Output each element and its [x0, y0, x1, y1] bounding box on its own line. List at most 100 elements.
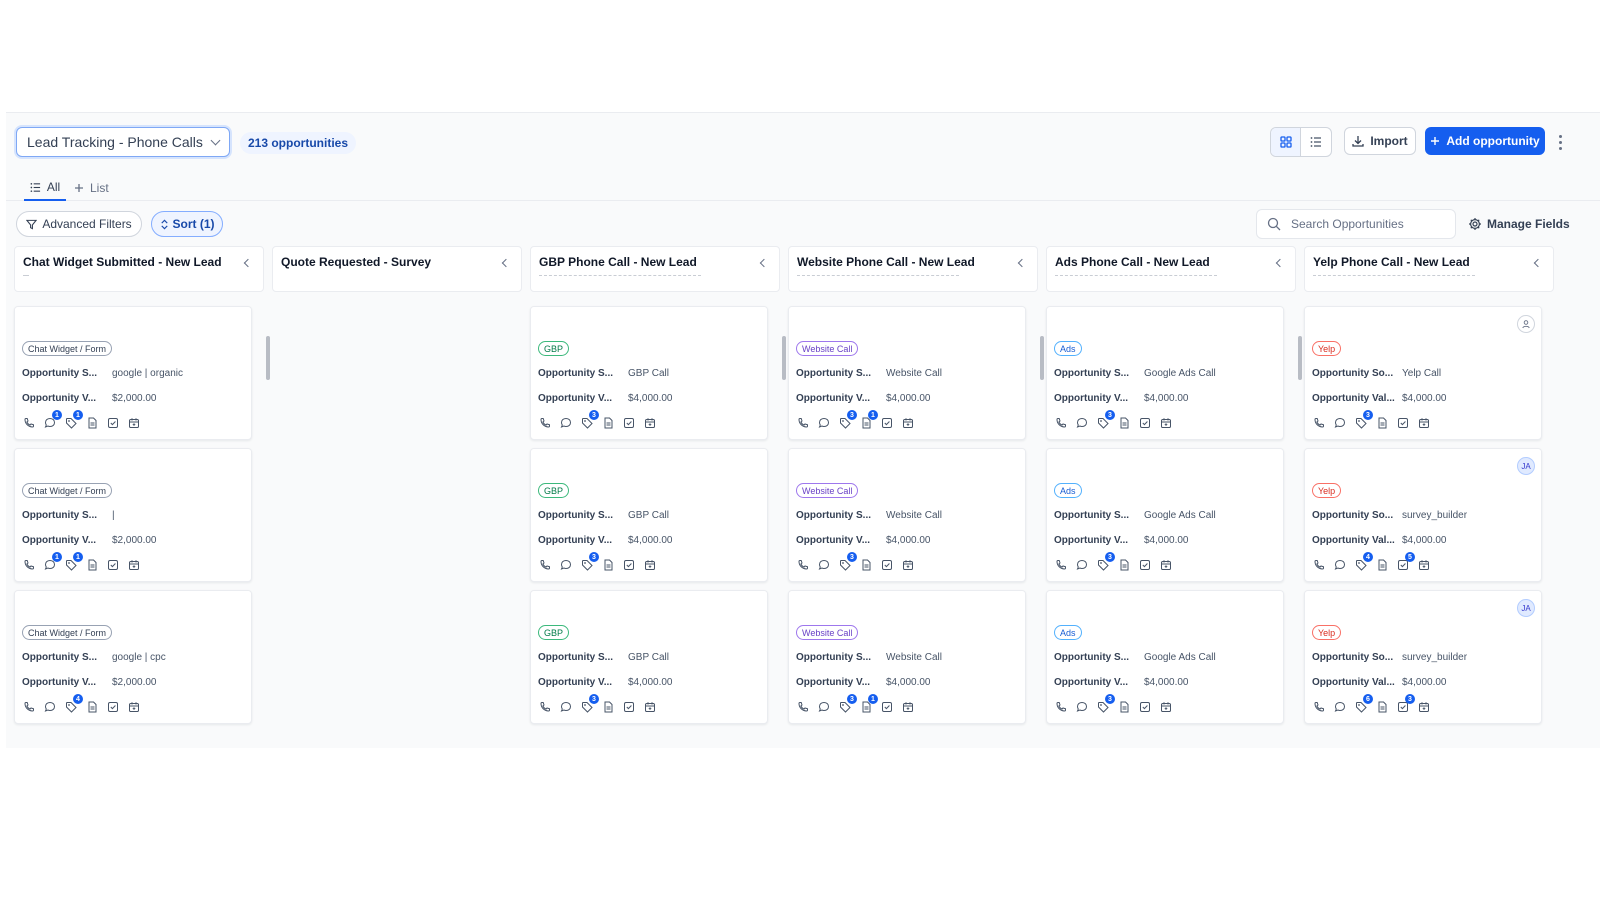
import-button[interactable]: Import [1344, 127, 1416, 155]
chat-icon[interactable]: 1 [43, 552, 62, 572]
calendar-icon[interactable] [127, 700, 141, 714]
phone-icon[interactable] [22, 558, 36, 572]
chat-icon[interactable] [559, 558, 573, 572]
document-icon[interactable] [601, 416, 615, 430]
phone-icon[interactable] [1054, 416, 1068, 430]
task-checkbox-icon[interactable] [1138, 558, 1152, 572]
pipeline-select[interactable]: Lead Tracking - Phone Calls [16, 127, 230, 157]
avatar[interactable]: JA [1517, 599, 1535, 617]
calendar-icon[interactable] [127, 558, 141, 572]
chat-icon[interactable] [1333, 700, 1347, 714]
opportunity-card[interactable]: Ads Opportunity S... Google Ads Call Opport… [1046, 448, 1284, 582]
document-icon[interactable] [1375, 416, 1389, 430]
document-icon[interactable] [85, 700, 99, 714]
phone-icon[interactable] [796, 558, 810, 572]
phone-icon[interactable] [538, 558, 552, 572]
chat-icon[interactable] [559, 416, 573, 430]
tag-icon[interactable]: 4 [1354, 552, 1373, 572]
document-icon[interactable] [601, 700, 615, 714]
chat-icon[interactable] [1333, 416, 1347, 430]
phone-icon[interactable] [538, 700, 552, 714]
document-icon[interactable] [859, 558, 873, 572]
calendar-icon[interactable] [1417, 700, 1431, 714]
task-checkbox-icon[interactable] [880, 558, 894, 572]
column-scrollbar[interactable] [782, 336, 786, 380]
document-icon[interactable] [601, 558, 615, 572]
more-options-icon[interactable] [1554, 131, 1566, 153]
tag-icon[interactable]: 3 [1354, 410, 1373, 430]
column-scrollbar[interactable] [1298, 336, 1302, 380]
task-checkbox-icon[interactable] [622, 558, 636, 572]
tab-all[interactable]: All [24, 175, 66, 201]
opportunity-card[interactable]: GBP Opportunity S... GBP Call Opportunity V… [530, 448, 768, 582]
document-icon[interactable] [85, 416, 99, 430]
calendar-icon[interactable] [643, 700, 657, 714]
tag-icon[interactable]: 3 [1096, 694, 1115, 714]
assign-user-icon[interactable] [1517, 315, 1535, 333]
document-icon[interactable] [1117, 558, 1131, 572]
tag-icon[interactable]: 3 [580, 552, 599, 572]
add-opportunity-button[interactable]: Add opportunity [1425, 127, 1545, 155]
chat-icon[interactable] [559, 700, 573, 714]
chat-icon[interactable] [817, 416, 831, 430]
tag-icon[interactable]: 3 [1096, 552, 1115, 572]
opportunity-card[interactable]: JA Yelp Opportunity So... survey_builder Opp… [1304, 590, 1542, 724]
chat-icon[interactable]: 1 [43, 410, 62, 430]
chat-icon[interactable] [1333, 558, 1347, 572]
calendar-icon[interactable] [643, 416, 657, 430]
phone-icon[interactable] [1054, 558, 1068, 572]
chat-icon[interactable] [817, 558, 831, 572]
manage-fields-button[interactable]: Manage Fields [1468, 213, 1570, 235]
calendar-icon[interactable] [1159, 416, 1173, 430]
calendar-icon[interactable] [901, 416, 915, 430]
chat-icon[interactable] [1075, 700, 1089, 714]
task-checkbox-icon[interactable] [1396, 416, 1410, 430]
tag-icon[interactable]: 3 [580, 694, 599, 714]
document-icon[interactable] [85, 558, 99, 572]
task-checkbox-icon[interactable] [880, 700, 894, 714]
opportunity-card[interactable]: GBP Opportunity S... GBP Call Opportunity V… [530, 306, 768, 440]
sort-button[interactable]: Sort (1) [151, 211, 223, 237]
opportunity-card[interactable]: Chat Widget / Form Opportunity S... | Oppor… [14, 448, 252, 582]
avatar[interactable]: JA [1517, 457, 1535, 475]
search-input[interactable] [1291, 217, 1441, 231]
calendar-icon[interactable] [643, 558, 657, 572]
board-view-button[interactable] [1271, 128, 1302, 156]
phone-icon[interactable] [1312, 416, 1326, 430]
tag-icon[interactable]: 6 [1354, 694, 1373, 714]
task-checkbox-icon[interactable]: 5 [1396, 552, 1415, 572]
opportunity-card[interactable]: Website Call Opportunity S... Website Call… [788, 306, 1026, 440]
opportunity-card[interactable]: Ads Opportunity S... Google Ads Call Opport… [1046, 306, 1284, 440]
phone-icon[interactable] [796, 700, 810, 714]
tab-add-list[interactable]: List [74, 175, 109, 201]
document-icon[interactable] [1375, 558, 1389, 572]
tag-icon[interactable]: 3 [838, 694, 857, 714]
tag-icon[interactable]: 4 [64, 694, 83, 714]
task-checkbox-icon[interactable] [1138, 700, 1152, 714]
opportunity-card[interactable]: Chat Widget / Form Opportunity S... google… [14, 306, 252, 440]
column-scrollbar[interactable] [1040, 336, 1044, 380]
opportunity-card[interactable]: Chat Widget / Form Opportunity S... google… [14, 590, 252, 724]
phone-icon[interactable] [22, 416, 36, 430]
tag-icon[interactable]: 3 [838, 552, 857, 572]
calendar-icon[interactable] [1417, 558, 1431, 572]
task-checkbox-icon[interactable] [880, 416, 894, 430]
chat-icon[interactable] [817, 700, 831, 714]
advanced-filters-button[interactable]: Advanced Filters [16, 211, 142, 237]
task-checkbox-icon[interactable] [622, 700, 636, 714]
chat-icon[interactable] [1075, 558, 1089, 572]
calendar-icon[interactable] [127, 416, 141, 430]
phone-icon[interactable] [22, 700, 36, 714]
task-checkbox-icon[interactable] [106, 700, 120, 714]
document-icon[interactable] [1117, 700, 1131, 714]
document-icon[interactable]: 1 [859, 694, 878, 714]
chat-icon[interactable] [43, 700, 57, 714]
tag-icon[interactable]: 3 [838, 410, 857, 430]
opportunity-card[interactable]: Ads Opportunity S... Google Ads Call Opport… [1046, 590, 1284, 724]
list-view-button[interactable] [1301, 128, 1331, 156]
tag-icon[interactable]: 3 [1096, 410, 1115, 430]
task-checkbox-icon[interactable] [106, 416, 120, 430]
task-checkbox-icon[interactable] [1138, 416, 1152, 430]
opportunity-card[interactable]: GBP Opportunity S... GBP Call Opportunity V… [530, 590, 768, 724]
calendar-icon[interactable] [901, 700, 915, 714]
